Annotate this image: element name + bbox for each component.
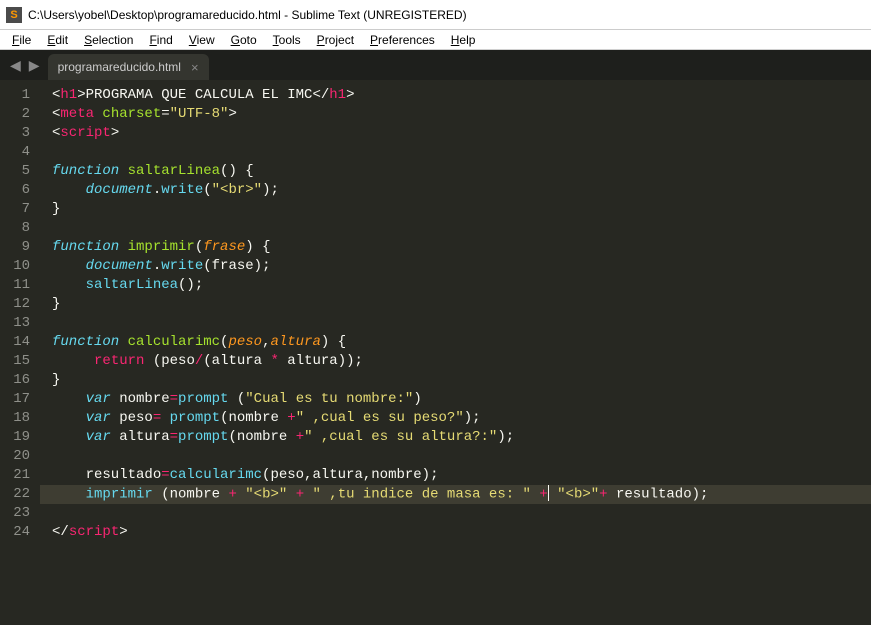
code-line[interactable]: function imprimir(frase) { — [40, 238, 871, 257]
menu-item-selection[interactable]: Selection — [76, 31, 141, 49]
line-number: 14 — [6, 333, 30, 352]
nav-buttons: ◀ ▶ — [6, 57, 48, 80]
code-line[interactable] — [40, 504, 871, 523]
menu-item-project[interactable]: Project — [309, 31, 362, 49]
menu-item-help[interactable]: Help — [443, 31, 484, 49]
code-line[interactable]: </script> — [40, 523, 871, 542]
app-icon: S — [6, 7, 22, 23]
editor[interactable]: 123456789101112131415161718192021222324 … — [0, 80, 871, 625]
nav-back-icon[interactable]: ◀ — [10, 57, 21, 74]
line-number: 1 — [6, 86, 30, 105]
code-line[interactable]: document.write(frase); — [40, 257, 871, 276]
code-line[interactable] — [40, 314, 871, 333]
menu-item-preferences[interactable]: Preferences — [362, 31, 443, 49]
menu-item-tools[interactable]: Tools — [265, 31, 309, 49]
code-line[interactable]: <h1>PROGRAMA QUE CALCULA EL IMC</h1> — [40, 86, 871, 105]
code-line[interactable] — [40, 219, 871, 238]
menu-item-view[interactable]: View — [181, 31, 223, 49]
line-number: 19 — [6, 428, 30, 447]
close-icon[interactable]: × — [191, 60, 199, 75]
code-line[interactable]: } — [40, 200, 871, 219]
line-number: 17 — [6, 390, 30, 409]
line-number: 4 — [6, 143, 30, 162]
code-line[interactable] — [40, 447, 871, 466]
code-line[interactable]: } — [40, 371, 871, 390]
window-title: C:\Users\yobel\Desktop\programareducido.… — [28, 8, 467, 22]
menu-item-find[interactable]: Find — [141, 31, 180, 49]
code-line[interactable]: var nombre=prompt ("Cual es tu nombre:") — [40, 390, 871, 409]
code-line[interactable]: imprimir (nombre + "<b>" + " ,tu indice … — [40, 485, 871, 504]
code-line[interactable]: return (peso/(altura * altura)); — [40, 352, 871, 371]
line-number: 12 — [6, 295, 30, 314]
code-line[interactable]: <script> — [40, 124, 871, 143]
file-tab[interactable]: programareducido.html × — [48, 54, 209, 80]
line-number: 15 — [6, 352, 30, 371]
code-line[interactable] — [40, 143, 871, 162]
titlebar: S C:\Users\yobel\Desktop\programareducid… — [0, 0, 871, 30]
line-number: 16 — [6, 371, 30, 390]
nav-forward-icon[interactable]: ▶ — [29, 57, 40, 74]
line-number: 13 — [6, 314, 30, 333]
line-gutter: 123456789101112131415161718192021222324 — [0, 80, 40, 625]
line-number: 23 — [6, 504, 30, 523]
menu-item-goto[interactable]: Goto — [223, 31, 265, 49]
line-number: 20 — [6, 447, 30, 466]
code-line[interactable]: } — [40, 295, 871, 314]
line-number: 3 — [6, 124, 30, 143]
menu-item-edit[interactable]: Edit — [39, 31, 76, 49]
line-number: 24 — [6, 523, 30, 542]
menu-item-file[interactable]: File — [4, 31, 39, 49]
tab-label: programareducido.html — [58, 60, 181, 74]
code-line[interactable]: saltarLinea(); — [40, 276, 871, 295]
line-number: 22 — [6, 485, 30, 504]
code-line[interactable]: <meta charset="UTF-8"> — [40, 105, 871, 124]
line-number: 18 — [6, 409, 30, 428]
code-line[interactable]: var peso= prompt(nombre +" ,cual es su p… — [40, 409, 871, 428]
line-number: 9 — [6, 238, 30, 257]
line-number: 2 — [6, 105, 30, 124]
line-number: 10 — [6, 257, 30, 276]
tab-bar: ◀ ▶ programareducido.html × — [0, 50, 871, 80]
code-line[interactable]: function saltarLinea() { — [40, 162, 871, 181]
code-line[interactable]: resultado=calcularimc(peso,altura,nombre… — [40, 466, 871, 485]
line-number: 6 — [6, 181, 30, 200]
line-number: 21 — [6, 466, 30, 485]
line-number: 7 — [6, 200, 30, 219]
code-line[interactable]: var altura=prompt(nombre +" ,cual es su … — [40, 428, 871, 447]
menubar: FileEditSelectionFindViewGotoToolsProjec… — [0, 30, 871, 50]
line-number: 5 — [6, 162, 30, 181]
line-number: 11 — [6, 276, 30, 295]
code-line[interactable]: document.write("<br>"); — [40, 181, 871, 200]
line-number: 8 — [6, 219, 30, 238]
code-area[interactable]: <h1>PROGRAMA QUE CALCULA EL IMC</h1><met… — [40, 80, 871, 625]
code-line[interactable]: function calcularimc(peso,altura) { — [40, 333, 871, 352]
